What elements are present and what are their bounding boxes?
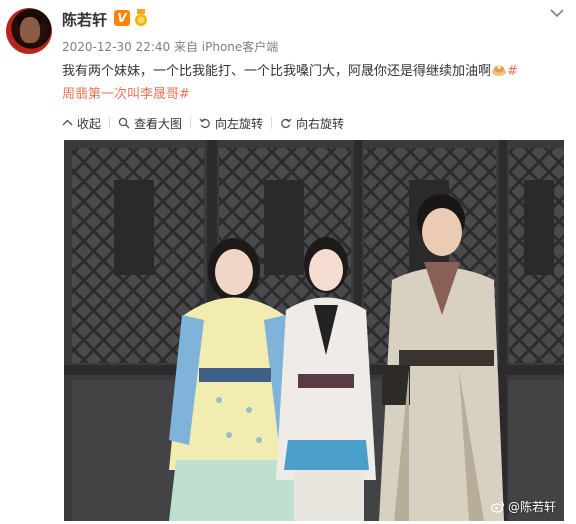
topic-hash-link[interactable]: # bbox=[507, 64, 518, 79]
verified-badge-icon[interactable]: V bbox=[114, 10, 130, 26]
medal-icon[interactable] bbox=[133, 9, 149, 27]
collapse-button[interactable]: 收起 bbox=[62, 115, 101, 132]
rotate-left-label: 向左旋转 bbox=[215, 116, 264, 131]
collapse-label: 收起 bbox=[77, 116, 102, 131]
rotate-right-label: 向右旋转 bbox=[296, 116, 345, 131]
post-meta: 2020-12-30 22:40 来自 iPhone客户端 bbox=[62, 38, 278, 55]
chevron-down-icon[interactable] bbox=[548, 6, 566, 20]
rotate-right-icon bbox=[281, 118, 292, 129]
magnifier-icon bbox=[118, 117, 130, 129]
watermark-text: @陈若轩 bbox=[507, 500, 556, 514]
post-source: 来自 iPhone客户端 bbox=[173, 40, 279, 54]
collapse-up-icon bbox=[62, 119, 73, 125]
photo-watermark: @陈若轩 bbox=[490, 498, 556, 515]
post-photo[interactable]: @陈若轩 bbox=[64, 140, 564, 521]
ring-emoji-icon bbox=[492, 65, 507, 76]
weibo-logo-icon bbox=[490, 500, 505, 513]
photo-illustration bbox=[64, 140, 564, 521]
rotate-left-icon bbox=[199, 118, 210, 129]
rotate-right-button[interactable]: 向右旋转 bbox=[280, 115, 344, 132]
username-link[interactable]: 陈若轩 bbox=[62, 9, 107, 30]
toolbar-divider bbox=[190, 117, 192, 129]
avatar-face bbox=[20, 17, 40, 43]
image-toolbar: 收起 查看大图 向左旋转 向右旋转 bbox=[62, 112, 344, 134]
rotate-left-button[interactable]: 向左旋转 bbox=[199, 115, 263, 132]
user-avatar[interactable] bbox=[6, 8, 52, 54]
post-content: 我有两个妹妹，一个比我能打、一个比我嗓门大，阿晟你还是得继续加油啊 # 周翡第一次… bbox=[62, 60, 567, 106]
view-large-label: 查看大图 bbox=[134, 116, 183, 131]
post-timestamp[interactable]: 2020-12-30 22:40 bbox=[62, 40, 170, 54]
topic-link[interactable]: 周翡第一次叫李晟哥# bbox=[62, 87, 190, 102]
toolbar-divider bbox=[109, 117, 111, 129]
post-text: 我有两个妹妹，一个比我能打、一个比我嗓门大，阿晟你还是得继续加油啊 bbox=[62, 64, 492, 79]
toolbar-divider bbox=[271, 117, 273, 129]
view-large-button[interactable]: 查看大图 bbox=[118, 115, 182, 132]
